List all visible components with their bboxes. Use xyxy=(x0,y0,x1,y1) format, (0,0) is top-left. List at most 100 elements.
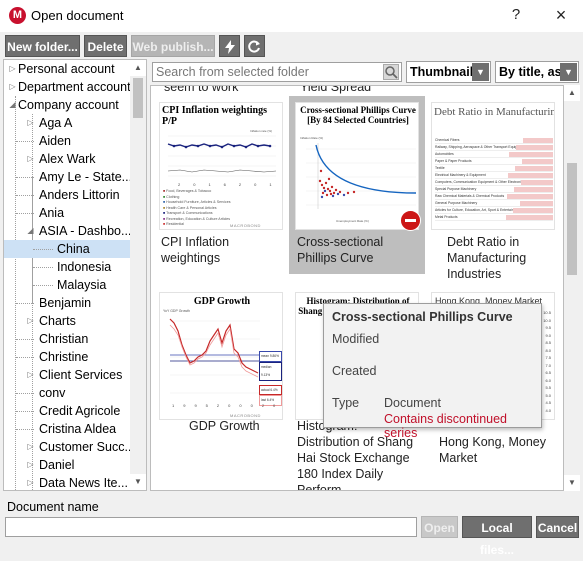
tree-item-personal-account[interactable]: ▷ Personal account xyxy=(4,60,132,78)
tree-item-aiden[interactable]: Aiden xyxy=(4,132,132,150)
document-item[interactable]: Debt Ratio in Manufacturing Chemical Fib… xyxy=(425,96,561,286)
lightning-button[interactable] xyxy=(219,35,240,57)
tree-item-department-account[interactable]: ▷ Department account xyxy=(4,78,132,96)
debt-bar xyxy=(508,173,553,178)
tree-item-cristina-aldea[interactable]: Cristina Aldea xyxy=(4,420,132,438)
search-icon[interactable] xyxy=(383,64,399,80)
cut-label-2: Yield Spread xyxy=(300,85,372,94)
gallery-scroll-up-icon[interactable]: ▲ xyxy=(564,85,580,101)
document-thumbnail: CPI Inflation weightings P/P Inflation r… xyxy=(159,102,283,230)
tree-item-indonesia[interactable]: Indonesia xyxy=(4,258,132,276)
window-title: Open document xyxy=(31,8,124,23)
tree-item-china[interactable]: China xyxy=(4,240,132,258)
gallery-scrollbar[interactable]: ▲ ▼ xyxy=(564,85,580,491)
expand-icon[interactable]: ▷ xyxy=(26,474,35,490)
collapse-icon[interactable]: ◢ xyxy=(8,96,17,114)
tree-item-label: Malaysia xyxy=(57,278,107,292)
document-item-selected[interactable]: Cross-sectional Phillips Curve [By 84 Se… xyxy=(289,96,425,274)
tree-item-conv[interactable]: conv xyxy=(4,384,132,402)
document-item[interactable]: GDP Growth YoY GDP Growth mean 9.86% med… xyxy=(153,286,289,456)
new-folder-button[interactable]: New folder... xyxy=(5,35,80,57)
tree-item-asia-dashbo[interactable]: ◢ ASIA - Dashbo... xyxy=(4,222,132,240)
tree-item-daniel[interactable]: ▷ Daniel xyxy=(4,456,132,474)
gallery-scroll-down-icon[interactable]: ▼ xyxy=(564,475,580,491)
search-placeholder: Search from selected folder xyxy=(156,65,309,79)
chevron-down-icon: ▼ xyxy=(472,63,489,81)
tree-item-label: Aga A xyxy=(39,116,73,130)
document-item[interactable]: CPI Inflation weightings P/P Inflation r… xyxy=(153,96,289,276)
cancel-button[interactable]: Cancel xyxy=(536,516,579,538)
expand-icon[interactable]: ▷ xyxy=(26,438,35,456)
tree-item-label: Department account xyxy=(18,80,131,94)
thumb-title: GDP Growth xyxy=(193,296,251,307)
debt-row: Computers, Communication Equipment & Oth… xyxy=(435,179,553,186)
tree-item-aga-a[interactable]: ▷ Aga A xyxy=(4,114,132,132)
expand-icon[interactable]: ▷ xyxy=(26,114,35,132)
tree-item-label: Charts xyxy=(39,314,76,328)
expand-icon[interactable]: ▷ xyxy=(8,60,17,78)
search-input[interactable]: Search from selected folder xyxy=(152,62,402,82)
tree-item-credit-agricole[interactable]: Credit Agricole xyxy=(4,402,132,420)
tree-item-malaysia[interactable]: Malaysia xyxy=(4,276,132,294)
tree-item-benjamin[interactable]: Benjamin xyxy=(4,294,132,312)
debt-bar xyxy=(514,187,553,192)
document-name-input[interactable] xyxy=(5,517,417,537)
help-button[interactable]: ? xyxy=(505,5,527,25)
document-label: Cross-sectional Phillips Curve xyxy=(297,235,384,265)
debt-bar xyxy=(513,208,553,213)
tree-item-ania[interactable]: Ania xyxy=(4,204,132,222)
toolbar: New folder... Delete Web publish... xyxy=(0,32,583,60)
document-thumbnail: Debt Ratio in Manufacturing Chemical Fib… xyxy=(431,102,555,230)
tree-item-label: Christine xyxy=(39,350,89,364)
close-button[interactable]: × xyxy=(550,5,572,25)
delete-button[interactable]: Delete xyxy=(84,35,127,57)
debt-bar xyxy=(521,180,553,185)
cpi-years: 2016201720182019 xyxy=(178,182,282,187)
collapse-icon[interactable]: ◢ xyxy=(26,222,35,240)
tree-item-label: China xyxy=(57,242,90,256)
hk-axis: 10.5 10.0 9.5 9.0 8.5 8.0 7.5 7.0 6.5 6.0 5.5 5.0 4.… xyxy=(543,310,551,413)
tree-item-client-services[interactable]: ▷ Client Services xyxy=(4,366,132,384)
tree-item-christian[interactable]: Christian xyxy=(4,330,132,348)
tree-item-anders-littorin[interactable]: Anders Littorin xyxy=(4,186,132,204)
cpi-legend: ■ Food, Beverages & Tobacco ■ Clothing ■… xyxy=(163,189,231,226)
debt-bar xyxy=(507,194,553,199)
gallery-scroll-thumb[interactable] xyxy=(567,163,577,275)
expand-icon[interactable]: ▷ xyxy=(26,150,35,168)
tree-scroll-up-icon[interactable]: ▲ xyxy=(130,60,146,76)
expand-icon[interactable]: ▷ xyxy=(26,456,35,474)
document-label: CPI Inflation weightings xyxy=(161,235,230,265)
tooltip-modified-label: Modified xyxy=(332,332,380,346)
expand-icon[interactable]: ▷ xyxy=(26,366,35,384)
tree-item-amy-le-state[interactable]: Amy Le - State... xyxy=(4,168,132,186)
tree-item-label: Anders Littorin xyxy=(39,188,120,202)
lightning-icon xyxy=(224,40,235,54)
tree-item-label: Benjamin xyxy=(39,296,92,310)
tree-item-company-account[interactable]: ◢ Company account xyxy=(4,96,132,114)
tree-item-label: Company account xyxy=(18,98,119,112)
tree-scroll-down-icon[interactable]: ▼ xyxy=(130,474,146,490)
open-button[interactable]: Open xyxy=(421,516,458,538)
debt-row: Automobiles xyxy=(435,151,553,158)
tree-item-label: ASIA - Dashbo... xyxy=(39,224,132,238)
debt-bar xyxy=(523,138,553,143)
tree-scrollbar[interactable]: ▲ ▼ xyxy=(130,60,146,490)
refresh-button[interactable] xyxy=(244,35,265,57)
tree-item-christine[interactable]: Christine xyxy=(4,348,132,366)
tree-item-label: Credit Agricole xyxy=(39,404,121,418)
expand-icon[interactable]: ▷ xyxy=(8,78,17,96)
debt-row: General Purpose Machinery xyxy=(435,200,553,207)
tree-item-customer-succ[interactable]: ▷ Customer Succ... xyxy=(4,438,132,456)
sort-select[interactable]: By title, asc ▼ xyxy=(495,61,579,83)
web-publish-button[interactable]: Web publish... xyxy=(131,35,215,57)
tree-scroll-thumb[interactable] xyxy=(133,78,143,118)
tree-item-alex-wark[interactable]: ▷ Alex Wark xyxy=(4,150,132,168)
local-files-button[interactable]: Local files... xyxy=(462,516,532,557)
debt-row: Raw Chemical Materials & Chemical Produc… xyxy=(435,193,553,200)
expand-icon[interactable]: ▷ xyxy=(26,312,35,330)
view-mode-select[interactable]: Thumbnails ▼ xyxy=(406,61,491,83)
tree-item-data-news-ite[interactable]: ▷ Data News Ite... xyxy=(4,474,132,490)
debt-table: Chemical Fibers Railway, Shipping, Aerosp… xyxy=(435,137,553,221)
tree-item-charts[interactable]: ▷ Charts xyxy=(4,312,132,330)
tree-item-label: Cristina Aldea xyxy=(39,422,117,436)
